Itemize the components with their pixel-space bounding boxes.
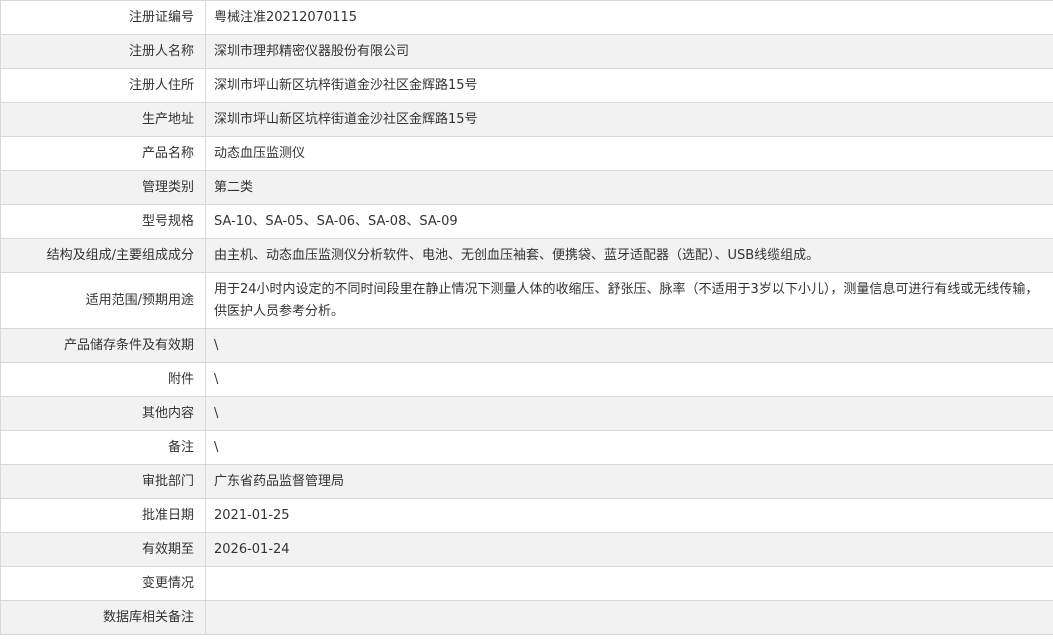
field-label: 变更情况 xyxy=(0,566,206,601)
field-value: 深圳市坪山新区坑梓街道金沙社区金辉路15号 xyxy=(205,102,1053,137)
field-value: 广东省药品监督管理局 xyxy=(205,464,1053,499)
field-value: \ xyxy=(205,430,1053,465)
field-value: \ xyxy=(205,362,1053,397)
row-product-name: 产品名称 动态血压监测仪 xyxy=(0,136,1053,171)
field-value xyxy=(205,566,1053,601)
field-label: 注册人名称 xyxy=(0,34,206,69)
field-value: 2026-01-24 xyxy=(205,532,1053,567)
field-label: 有效期至 xyxy=(0,532,206,567)
field-value: 动态血压监测仪 xyxy=(205,136,1053,171)
field-value: 深圳市理邦精密仪器股份有限公司 xyxy=(205,34,1053,69)
registration-detail-table: 注册证编号 粤械注准20212070115 注册人名称 深圳市理邦精密仪器股份有… xyxy=(0,0,1053,635)
row-management-category: 管理类别 第二类 xyxy=(0,170,1053,205)
field-value: 由主机、动态血压监测仪分析软件、电池、无创血压袖套、便携袋、蓝牙适配器（选配）、… xyxy=(205,238,1053,273)
field-label: 产品名称 xyxy=(0,136,206,171)
row-model-spec: 型号规格 SA-10、SA-05、SA-06、SA-08、SA-09 xyxy=(0,204,1053,239)
field-value: SA-10、SA-05、SA-06、SA-08、SA-09 xyxy=(205,204,1053,239)
field-value: 深圳市坪山新区坑梓街道金沙社区金辉路15号 xyxy=(205,68,1053,103)
field-value xyxy=(205,600,1053,635)
field-label: 备注 xyxy=(0,430,206,465)
field-label: 审批部门 xyxy=(0,464,206,499)
row-structure-composition: 结构及组成/主要组成成分 由主机、动态血压监测仪分析软件、电池、无创血压袖套、便… xyxy=(0,238,1053,273)
row-storage-conditions: 产品储存条件及有效期 \ xyxy=(0,328,1053,363)
row-registrant-address: 注册人住所 深圳市坪山新区坑梓街道金沙社区金辉路15号 xyxy=(0,68,1053,103)
field-label: 批准日期 xyxy=(0,498,206,533)
field-label: 型号规格 xyxy=(0,204,206,239)
row-attachments: 附件 \ xyxy=(0,362,1053,397)
field-label: 数据库相关备注 xyxy=(0,600,206,635)
row-remarks: 备注 \ xyxy=(0,430,1053,465)
field-value: 粤械注准20212070115 xyxy=(205,0,1053,35)
row-intended-use: 适用范围/预期用途 用于24小时内设定的不同时间段里在静止情况下测量人体的收缩压… xyxy=(0,272,1053,329)
field-label: 产品储存条件及有效期 xyxy=(0,328,206,363)
field-value: 第二类 xyxy=(205,170,1053,205)
field-label: 注册人住所 xyxy=(0,68,206,103)
field-value: \ xyxy=(205,328,1053,363)
row-database-notes: 数据库相关备注 xyxy=(0,600,1053,635)
row-registration-number: 注册证编号 粤械注准20212070115 xyxy=(0,0,1053,35)
row-registrant-name: 注册人名称 深圳市理邦精密仪器股份有限公司 xyxy=(0,34,1053,69)
row-change-history: 变更情况 xyxy=(0,566,1053,601)
field-label: 附件 xyxy=(0,362,206,397)
field-value: 用于24小时内设定的不同时间段里在静止情况下测量人体的收缩压、舒张压、脉率（不适… xyxy=(205,272,1053,329)
field-value: 2021-01-25 xyxy=(205,498,1053,533)
field-label: 结构及组成/主要组成成分 xyxy=(0,238,206,273)
field-label: 管理类别 xyxy=(0,170,206,205)
field-value: \ xyxy=(205,396,1053,431)
row-valid-until: 有效期至 2026-01-24 xyxy=(0,532,1053,567)
row-other-content: 其他内容 \ xyxy=(0,396,1053,431)
field-label: 注册证编号 xyxy=(0,0,206,35)
field-label: 其他内容 xyxy=(0,396,206,431)
row-approval-department: 审批部门 广东省药品监督管理局 xyxy=(0,464,1053,499)
field-label: 适用范围/预期用途 xyxy=(0,272,206,329)
row-approval-date: 批准日期 2021-01-25 xyxy=(0,498,1053,533)
field-label: 生产地址 xyxy=(0,102,206,137)
row-production-address: 生产地址 深圳市坪山新区坑梓街道金沙社区金辉路15号 xyxy=(0,102,1053,137)
